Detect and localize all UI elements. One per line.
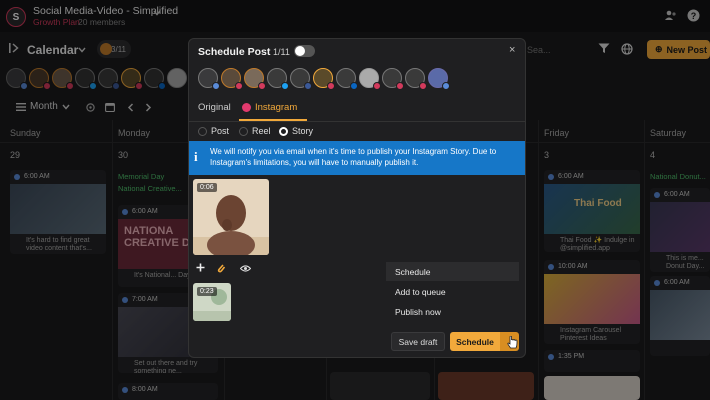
menu-item-publish-now[interactable]: Publish now [386,302,519,321]
post-type-post[interactable]: Post [198,126,229,136]
cursor-icon [507,336,518,349]
post-type-story[interactable]: Story [279,126,313,136]
save-draft-button[interactable]: Save draft [391,332,445,351]
account-avatar[interactable] [382,68,404,90]
post-type-label: Reel [252,126,271,136]
tab-instagram-label: Instagram [255,102,298,113]
info-icon: i [194,149,198,164]
radio-selected-icon [279,126,288,136]
post-type-label: Post [211,126,230,136]
tab-instagram[interactable]: Instagram [242,102,297,113]
menu-item-schedule[interactable]: Schedule [386,262,519,281]
close-icon[interactable]: × [509,44,515,56]
eye-icon[interactable] [240,265,251,272]
info-text: We will notify you via email when it's t… [210,147,497,167]
paperclip-icon[interactable] [216,263,226,273]
account-avatar[interactable] [244,68,266,90]
account-avatar[interactable] [221,68,243,90]
post-type-reel[interactable]: Reel [239,126,271,136]
radio-icon [239,126,248,136]
video-duration: 0:06 [197,183,217,192]
radio-icon [198,126,207,136]
schedule-dropdown-menu: Schedule Add to queue Publish now [386,262,519,324]
instagram-icon [242,103,251,112]
tab-original[interactable]: Original [198,102,231,113]
account-avatar[interactable] [267,68,289,90]
account-avatar[interactable] [336,68,358,90]
account-avatar[interactable] [428,68,450,90]
plus-icon[interactable] [196,263,205,272]
modal-count: 1/11 [273,47,290,57]
info-banner: i We will notify you via email when it's… [189,141,525,175]
divider [189,121,525,122]
account-avatar[interactable] [198,68,220,90]
menu-item-add-to-queue[interactable]: Add to queue [386,282,519,301]
account-avatar[interactable] [359,68,381,90]
schedule-button[interactable]: Schedule [450,332,500,351]
account-avatar[interactable] [405,68,427,90]
account-avatar[interactable] [313,68,335,90]
modal-title: Schedule Post [198,46,271,58]
account-avatar[interactable] [290,68,312,90]
schedule-post-modal: Schedule Post 1/11 × Original Instagram … [188,38,526,358]
post-type-label: Story [292,126,314,136]
video-duration: 0:23 [197,287,217,296]
modal-toggle[interactable] [294,45,315,57]
